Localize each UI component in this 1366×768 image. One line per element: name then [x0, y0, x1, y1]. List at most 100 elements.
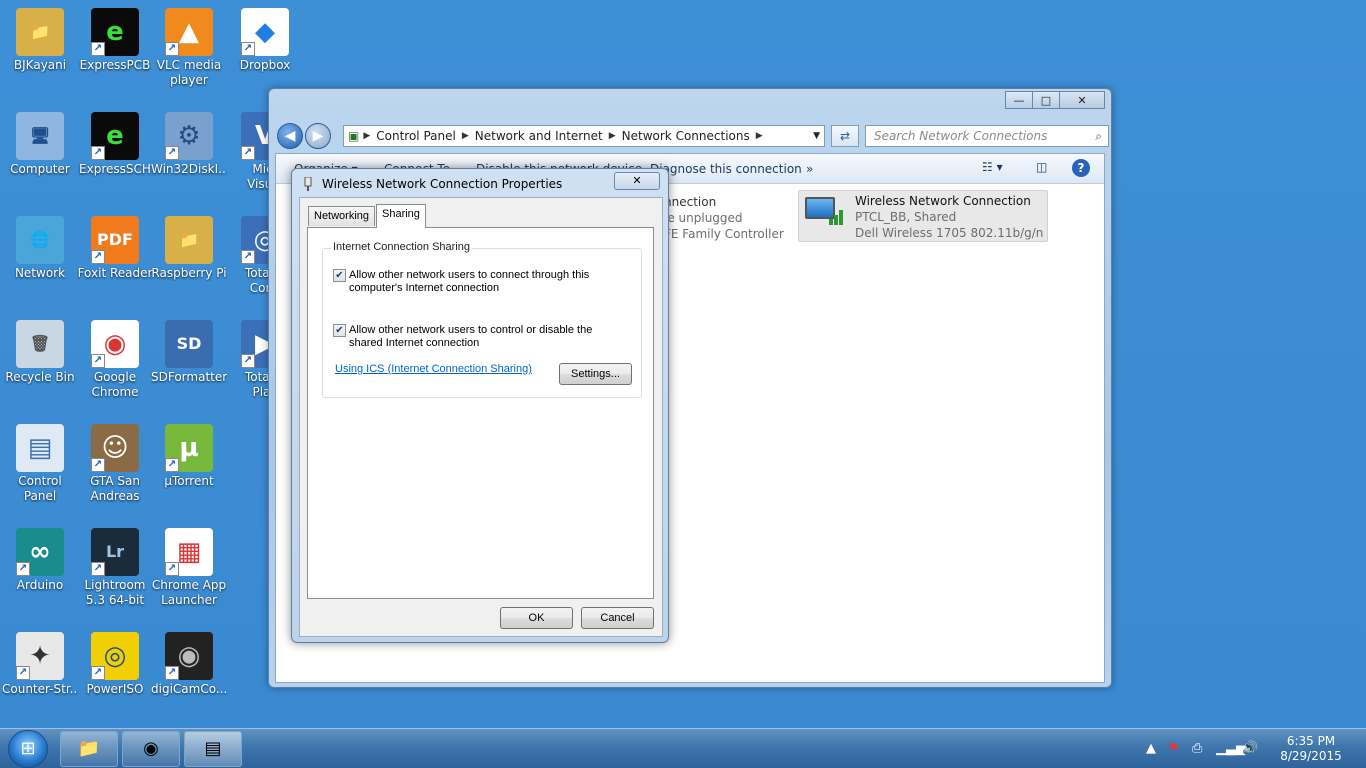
desktop-icon-control[interactable]: ▤ Control Panel	[2, 424, 78, 504]
wireless-connection[interactable]: Wireless Network Connection PTCL_BB, Sha…	[798, 190, 1048, 242]
desktop-icon-foxit-reader[interactable]: PDF ↗ Foxit Reader	[77, 216, 153, 281]
desktop-icon-google[interactable]: ◉ ↗ Google Chrome	[77, 320, 153, 400]
desktop-icon--torrent[interactable]: µ ↗ µTorrent	[151, 424, 227, 489]
app-icon: SD	[165, 320, 213, 368]
minimize-button[interactable]: —	[1005, 91, 1033, 109]
dialog-close-button[interactable]: ✕	[614, 172, 660, 190]
app-icon: 🗑	[16, 320, 64, 368]
ok-button[interactable]: OK	[500, 607, 573, 629]
app-icon: ◉ ↗	[165, 632, 213, 680]
allow-connect-checkbox[interactable]: ✔	[333, 269, 346, 282]
clock[interactable]: 6:35 PM 8/29/2015	[1276, 734, 1346, 764]
desktop-icon-sdformatter[interactable]: SD SDFormatter	[151, 320, 227, 385]
action-center-flag-icon[interactable]: ⚑	[1168, 741, 1180, 756]
desktop-icon-vlc-media[interactable]: ▲ ↗ VLC media player	[151, 8, 227, 88]
shortcut-arrow-icon: ↗	[165, 42, 179, 56]
connection-device: Dell Wireless 1705 802.11b/g/n (2....	[855, 226, 1047, 240]
shortcut-arrow-icon: ↗	[165, 458, 179, 472]
taskbar: ⊞ 📁 ◉ ▤ ▲ ⚑ ⎙ ▁▃▅ 🔊 6:35 PM 8/29/2015	[0, 728, 1366, 768]
help-icon[interactable]: ?	[1072, 159, 1090, 177]
breadcrumb-control-panel[interactable]: Control Panel	[376, 129, 456, 143]
search-input[interactable]: Search Network Connections ⌕	[865, 125, 1109, 147]
start-button[interactable]: ⊞	[8, 730, 48, 768]
windows-explorer-taskbar-icon[interactable]: 📁	[60, 731, 118, 767]
connection-status: le unplugged	[664, 211, 743, 225]
desktop-icon-label: Dropbox	[239, 58, 291, 72]
volume-icon[interactable]: 🔊	[1242, 741, 1258, 756]
desktop-icon-dropbox[interactable]: ◆ ↗ Dropbox	[227, 8, 303, 73]
desktop-icon-label: Andreas	[90, 489, 140, 503]
app-icon: e ↗	[91, 112, 139, 160]
address-bar[interactable]: ▣ ▶ Control Panel ▶ Network and Internet…	[343, 125, 825, 147]
shortcut-arrow-icon: ↗	[241, 354, 255, 368]
desktop-icon-counter-str[interactable]: ✦ ↗ Counter-Str...	[2, 632, 78, 697]
address-dropdown-icon[interactable]: ▼	[813, 131, 820, 141]
cancel-button[interactable]: Cancel	[581, 607, 654, 629]
desktop-icon-bjkayani[interactable]: 📁 BJKayani	[2, 8, 78, 73]
allow-control-label: Allow other network users to control or …	[349, 324, 593, 349]
desktop-icon-label: µTorrent	[164, 474, 214, 488]
clock-time: 6:35 PM	[1286, 734, 1336, 748]
desktop-icon-poweriso[interactable]: ◎ ↗ PowerISO	[77, 632, 153, 697]
desktop-icon-win32diski[interactable]: ⚙ ↗ Win32DiskI...	[151, 112, 227, 177]
settings-button[interactable]: Settings...	[559, 363, 632, 385]
shortcut-arrow-icon: ↗	[91, 42, 105, 56]
shortcut-arrow-icon: ↗	[241, 42, 255, 56]
breadcrumb-separator-icon: ▶	[461, 131, 469, 141]
breadcrumb-network-connections[interactable]: Network Connections	[622, 129, 750, 143]
forward-arrow-icon[interactable]: ▶	[305, 123, 331, 149]
connection-device: FE Family Controller	[664, 227, 784, 241]
app-icon: ⚙ ↗	[165, 112, 213, 160]
tab-sharing[interactable]: Sharing	[376, 204, 426, 228]
shortcut-arrow-icon: ↗	[165, 562, 179, 576]
diagnose-button[interactable]: Diagnose this connection	[650, 162, 802, 176]
desktop-icon-expresssch[interactable]: e ↗ ExpressSCH	[77, 112, 153, 177]
desktop-icon-chrome-app[interactable]: ▦ ↗ Chrome App Launcher	[151, 528, 227, 608]
ics-group: Internet Connection Sharing ✔ Allow othe…	[322, 241, 642, 398]
breadcrumb-network-and-internet[interactable]: Network and Internet	[475, 129, 603, 143]
refresh-button[interactable]: ⇄	[831, 125, 859, 147]
app-icon: ▲ ↗	[165, 8, 213, 56]
desktop-icon-label: Arduino	[16, 578, 64, 592]
desktop-icon-label: Computer	[10, 162, 70, 176]
desktop-icon-digicamco[interactable]: ◉ ↗ digiCamCo...	[151, 632, 227, 697]
desktop-icon-expresspcb[interactable]: e ↗ ExpressPCB	[77, 8, 153, 73]
desktop-icon-label: Win32DiskI...	[151, 162, 227, 176]
desktop-icon-lightroom[interactable]: Lr ↗ Lightroom 5.3 64-bit	[77, 528, 153, 608]
view-options-icon[interactable]: ☷ ▾	[982, 160, 1003, 174]
ics-help-link[interactable]: Using ICS (Internet Connection Sharing)	[335, 363, 532, 375]
allow-control-checkbox[interactable]: ✔	[333, 324, 346, 337]
close-button[interactable]: ✕	[1059, 91, 1105, 109]
desktop-icon-gta-san[interactable]: ☺ ↗ GTA San Andreas	[77, 424, 153, 504]
desktop-icon-raspberry-pi[interactable]: 📁 Raspberry Pi	[151, 216, 227, 281]
desktop-icon-arduino[interactable]: ∞ ↗ Arduino	[2, 528, 78, 593]
network-adapter-icon	[302, 176, 314, 191]
shortcut-arrow-icon: ↗	[241, 250, 255, 264]
maximize-button[interactable]: □	[1032, 91, 1060, 109]
tab-networking[interactable]: Networking	[308, 206, 376, 226]
shortcut-arrow-icon: ↗	[91, 146, 105, 160]
search-icon[interactable]: ⌕	[1095, 126, 1102, 146]
shortcut-arrow-icon: ↗	[91, 354, 105, 368]
app-icon: e ↗	[91, 8, 139, 56]
show-hidden-icons-icon[interactable]: ▲	[1146, 741, 1156, 756]
shortcut-arrow-icon: ↗	[165, 146, 179, 160]
ethernet-connection[interactable]: nnection le unplugged FE Family Controll…	[664, 194, 784, 242]
desktop-icon-label: BJKayani	[13, 58, 67, 72]
desktop-icon-label: Network	[14, 266, 66, 280]
app-icon: ∞ ↗	[16, 528, 64, 576]
shortcut-arrow-icon: ↗	[16, 562, 30, 576]
control-panel-taskbar-icon[interactable]: ▤	[184, 731, 242, 767]
desktop-icon-computer[interactable]: 🖥 Computer	[2, 112, 78, 177]
allow-connect-label: Allow other network users to connect thr…	[349, 269, 590, 294]
desktop-icon-recycle-bin[interactable]: 🗑 Recycle Bin	[2, 320, 78, 385]
preview-pane-icon[interactable]: ◫	[1036, 160, 1047, 174]
app-icon: ▦ ↗	[165, 528, 213, 576]
shortcut-arrow-icon: ↗	[16, 666, 30, 680]
chrome-taskbar-icon[interactable]: ◉	[122, 731, 180, 767]
more-commands-button[interactable]: »	[806, 162, 813, 176]
shortcut-arrow-icon: ↗	[91, 250, 105, 264]
back-arrow-icon[interactable]: ◀	[277, 123, 303, 149]
desktop-icon-network[interactable]: 🌐 Network	[2, 216, 78, 281]
device-icon[interactable]: ⎙	[1192, 741, 1202, 756]
